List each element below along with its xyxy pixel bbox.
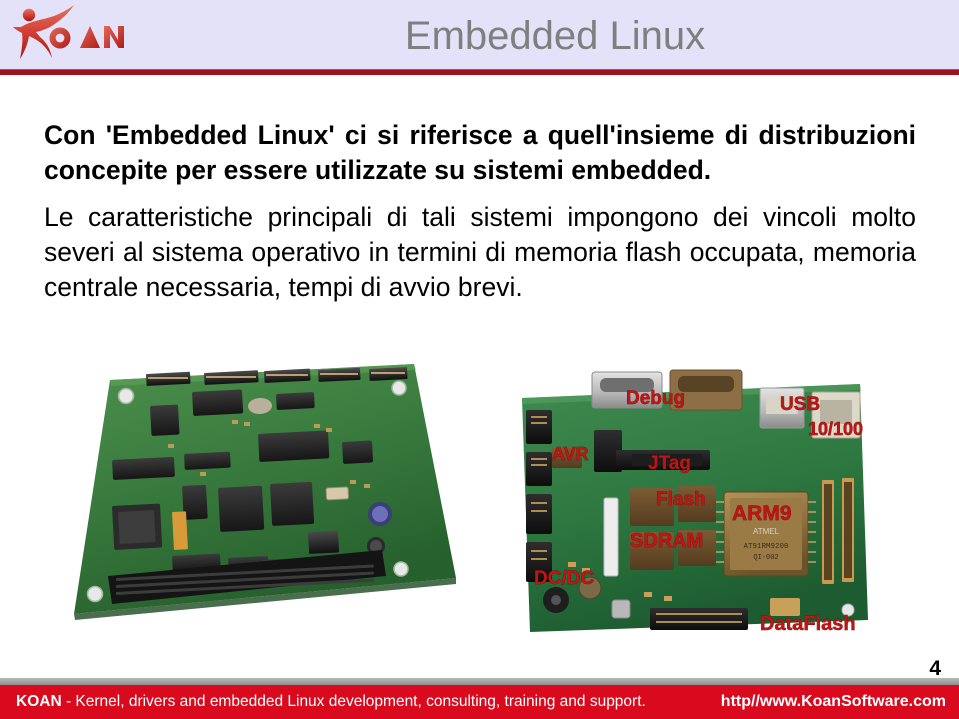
footer-tagline: KOAN - Kernel, drivers and embedded Linu…	[16, 685, 646, 719]
figure-row: ATMEL AT91RM9200 QI-002 Debug USB 10/100…	[0, 358, 959, 658]
header-divider-rule	[0, 69, 959, 75]
label-flash: Flash	[656, 489, 706, 510]
label-usb: USB	[780, 394, 820, 415]
devkit-board-photo: ATMEL AT91RM9200 QI-002 Debug USB 10/100…	[508, 362, 928, 647]
label-ethernet: 10/100	[808, 419, 863, 439]
devkit-board-illustration: ATMEL AT91RM9200 QI-002 Debug USB 10/100…	[508, 362, 928, 647]
footer-tagline-text: - Kernel, drivers and embedded Linux dev…	[61, 693, 646, 710]
som-board-photo	[60, 358, 490, 648]
koan-logo	[8, 2, 136, 66]
koan-logo-icon	[13, 5, 124, 59]
chip-lot-marking: QI-002	[753, 554, 778, 562]
paragraph-intro: Con 'Embedded Linux' ci si riferisce a q…	[44, 120, 916, 185]
label-debug: Debug	[626, 388, 685, 409]
footer-url[interactable]: http//www.KoanSoftware.com	[721, 685, 946, 719]
paragraph-detail: Le caratteristiche principali di tali si…	[44, 202, 916, 302]
footer-divider	[0, 678, 959, 685]
som-board-illustration	[60, 358, 490, 648]
label-sdram: SDRAM	[630, 530, 703, 552]
label-dcdc: DC/DC	[534, 568, 594, 589]
slide-body: Con 'Embedded Linux' ci si riferisce a q…	[44, 118, 916, 305]
page-title: Embedded Linux	[404, 14, 706, 58]
slide-header: Embedded Linux	[0, 0, 959, 70]
label-dataflash: DataFlash	[760, 613, 856, 635]
slide-footer: KOAN - Kernel, drivers and embedded Linu…	[0, 685, 959, 719]
footer-brand: KOAN	[16, 693, 62, 710]
chip-part-marking: AT91RM9200	[743, 543, 789, 551]
page-number: 4	[929, 657, 941, 680]
label-jtag: JTag	[648, 453, 691, 474]
label-arm9: ARM9	[732, 502, 792, 525]
chip-vendor-marking: ATMEL	[753, 527, 780, 536]
label-avr: AVR	[552, 444, 589, 464]
